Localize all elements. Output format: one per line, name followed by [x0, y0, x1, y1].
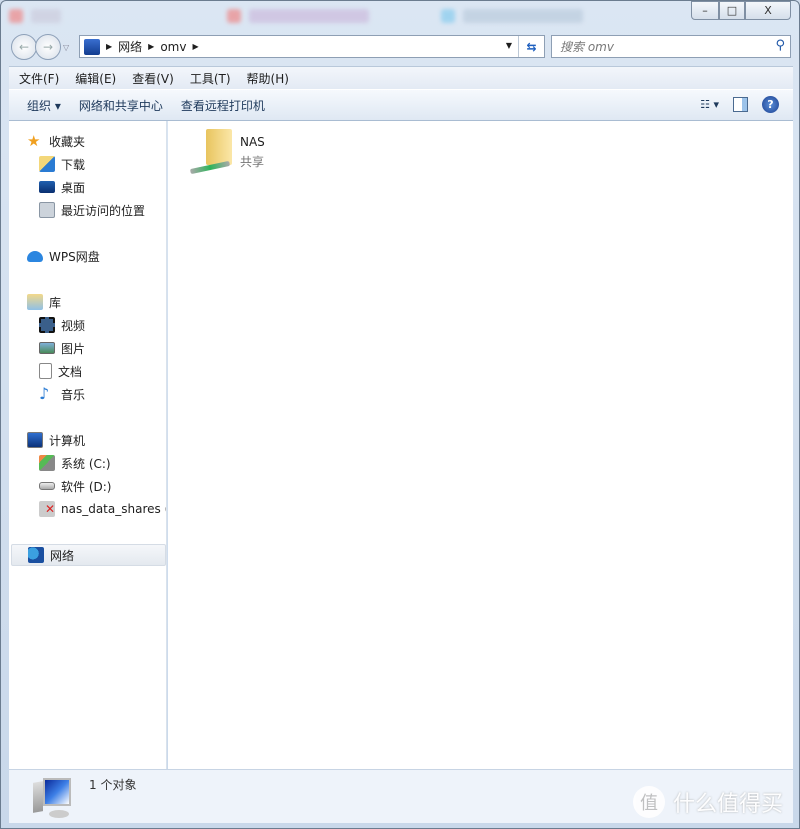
- sidebar-item-videos[interactable]: 视频: [39, 314, 85, 336]
- downloads-icon: [39, 156, 55, 172]
- sidebar-item-downloads[interactable]: 下载: [39, 153, 85, 175]
- menu-help[interactable]: 帮助(H): [247, 70, 289, 87]
- preview-pane-icon[interactable]: [733, 97, 748, 112]
- menu-bar: 文件(F) 编辑(E) 查看(V) 工具(T) 帮助(H): [9, 66, 793, 89]
- maximize-button[interactable]: □: [719, 1, 745, 20]
- breadcrumb-arrow-icon[interactable]: ▶: [148, 42, 154, 51]
- minimize-button[interactable]: –: [691, 1, 719, 20]
- computer-icon: [27, 432, 43, 448]
- refresh-button[interactable]: ⇆: [518, 36, 544, 57]
- sidebar-label: 最近访问的位置: [61, 203, 146, 218]
- file-item-nas[interactable]: NAS 共享: [186, 129, 336, 179]
- sidebar-label: 收藏夹: [49, 134, 86, 149]
- network-icon: [28, 547, 44, 563]
- view-remote-printers-button[interactable]: 查看远程打印机: [181, 97, 265, 114]
- menu-edit[interactable]: 编辑(E): [75, 70, 116, 87]
- breadcrumb-network[interactable]: 网络: [118, 38, 142, 55]
- video-icon: [39, 317, 55, 333]
- star-icon: ★: [27, 132, 41, 150]
- sidebar-item-pictures[interactable]: 图片: [39, 337, 85, 359]
- sidebar-label: 音乐: [61, 387, 86, 402]
- sidebar-item-drive-d[interactable]: 软件 (D:): [39, 475, 111, 497]
- sidebar-item-recent[interactable]: 最近访问的位置: [39, 199, 145, 221]
- back-button[interactable]: ←: [11, 34, 37, 60]
- details-pane: 1 个对象 值什么值得买: [9, 769, 793, 823]
- menu-view[interactable]: 查看(V): [132, 70, 174, 87]
- sidebar-label: 桌面: [61, 180, 86, 195]
- sidebar-item-network[interactable]: 网络: [11, 544, 166, 566]
- cloud-icon: [27, 250, 43, 262]
- blurred-background-tabs: [1, 5, 681, 27]
- breadcrumb-arrow-icon[interactable]: ▶: [192, 42, 198, 51]
- sidebar-label: 下载: [61, 157, 86, 172]
- picture-icon: [39, 342, 55, 354]
- recent-places-icon: [39, 202, 55, 218]
- sidebar-label: 视频: [61, 318, 86, 333]
- sidebar-label: 网络: [50, 548, 75, 563]
- sidebar-label: 计算机: [49, 433, 86, 448]
- history-dropdown-icon[interactable]: ▽: [63, 43, 69, 52]
- file-list: NAS 共享: [168, 121, 793, 769]
- change-view-button[interactable]: ☷ ▾: [700, 98, 719, 111]
- sidebar-item-wps[interactable]: WPS网盘: [27, 245, 100, 267]
- sidebar-label: nas_data_shares (\: [61, 502, 167, 516]
- close-button[interactable]: X: [745, 1, 791, 20]
- sidebar-item-music[interactable]: ♪ 音乐: [39, 383, 85, 405]
- sidebar-item-computer[interactable]: 计算机: [27, 429, 85, 451]
- help-icon[interactable]: ?: [762, 96, 779, 113]
- sidebar-item-libraries[interactable]: 库: [27, 291, 61, 313]
- address-bar[interactable]: ▶ 网络 ▶ omv ▶ ▼ ⇆: [79, 35, 545, 58]
- file-type: 共享: [240, 155, 265, 169]
- sidebar-item-favorites[interactable]: ★ 收藏夹: [27, 130, 85, 152]
- shared-folder-icon: [188, 129, 236, 179]
- forward-button[interactable]: →: [35, 34, 61, 60]
- system-drive-icon: [39, 455, 55, 471]
- sidebar-label: 软件 (D:): [61, 479, 112, 494]
- search-icon[interactable]: ⚲: [775, 38, 785, 53]
- sidebar-item-network-drive[interactable]: ✕ nas_data_shares (\: [39, 498, 167, 520]
- sidebar-item-documents[interactable]: 文档: [39, 360, 82, 382]
- sidebar-label: WPS网盘: [49, 249, 100, 264]
- disconnected-drive-icon: ✕: [39, 501, 55, 517]
- breadcrumb-omv[interactable]: omv: [160, 40, 186, 54]
- sidebar-label: 图片: [61, 341, 86, 356]
- sidebar-item-drive-c[interactable]: 系统 (C:): [39, 452, 111, 474]
- organize-button[interactable]: 组织 ▾: [27, 97, 61, 114]
- network-computer-icon: [84, 38, 100, 55]
- search-placeholder: 搜索 omv: [560, 40, 614, 54]
- sidebar-label: 文档: [58, 364, 83, 379]
- sidebar-item-desktop[interactable]: 桌面: [39, 176, 85, 198]
- search-input[interactable]: 搜索 omv ⚲: [551, 35, 791, 58]
- document-icon: [39, 363, 52, 379]
- item-count: 1 个对象: [89, 778, 137, 792]
- explorer-window: – □ X ← → ▽ ▶ 网络 ▶ omv ▶ ▼ ⇆ 搜索 omv ⚲ 文件…: [0, 0, 800, 829]
- music-icon: ♪: [39, 384, 50, 403]
- desktop-icon: [39, 181, 55, 193]
- drive-icon: [39, 482, 55, 490]
- network-sharing-center-button[interactable]: 网络和共享中心: [79, 97, 163, 114]
- menu-file[interactable]: 文件(F): [19, 70, 59, 87]
- watermark-logo: 值什么值得买: [632, 786, 783, 818]
- file-name: NAS: [240, 135, 265, 149]
- address-dropdown-icon[interactable]: ▼: [506, 41, 512, 50]
- navigation-pane: ★ 收藏夹 下载 桌面 最近访问的位置 WPS网盘 库 视频 图片 文档 ♪ 音乐 …: [9, 121, 167, 769]
- sidebar-label: 系统 (C:): [61, 456, 111, 471]
- command-bar: 组织 ▾ 网络和共享中心 查看远程打印机 ☷ ▾ ?: [9, 89, 793, 121]
- sidebar-label: 库: [49, 295, 62, 310]
- breadcrumb-arrow-icon[interactable]: ▶: [106, 42, 112, 51]
- menu-tools[interactable]: 工具(T): [190, 70, 231, 87]
- computer-icon: [29, 778, 73, 818]
- library-icon: [27, 294, 43, 310]
